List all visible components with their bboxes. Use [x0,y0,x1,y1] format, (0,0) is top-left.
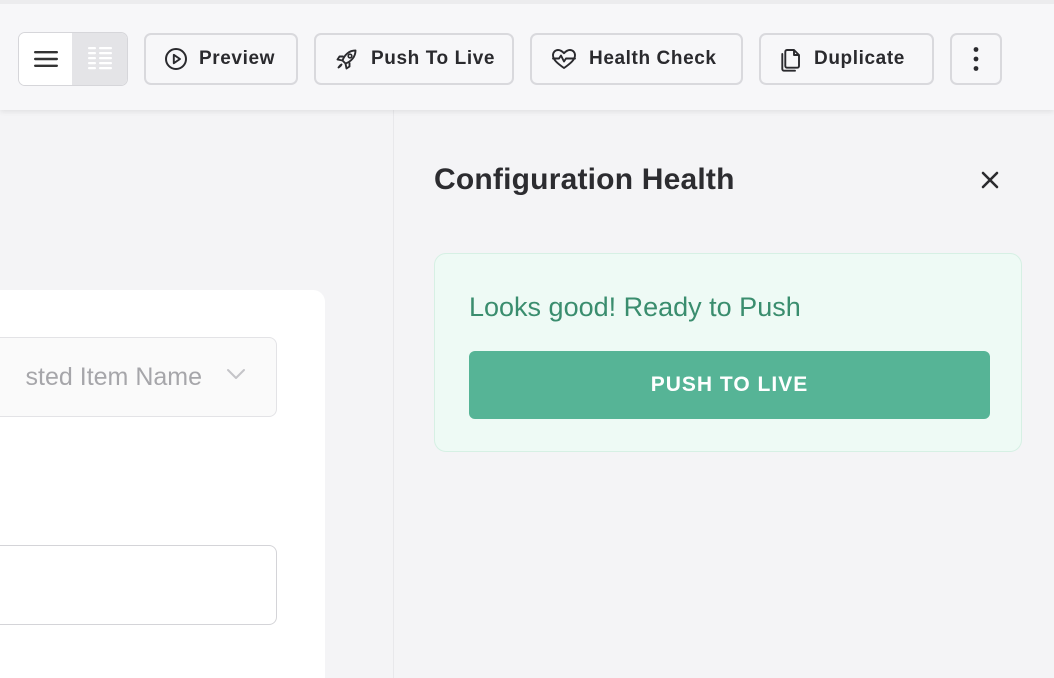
toolbar: Preview Push To Live Health Check Duplic… [0,0,1054,110]
play-circle-icon [165,48,187,70]
push-to-live-primary-button[interactable]: PUSH TO LIVE [469,351,990,419]
panel-title: Configuration Health [434,163,735,196]
configuration-health-panel: Configuration Health Looks good! Ready t… [393,110,1054,678]
list-icon [33,51,58,67]
duplicate-button[interactable]: Duplicate [759,33,934,85]
compact-view-button[interactable] [72,33,127,85]
rocket-icon [336,49,357,70]
health-check-label: Health Check [589,48,717,69]
suggested-item-name-select[interactable]: sted Item Name [0,337,277,417]
health-status-card: Looks good! Ready to Push PUSH TO LIVE [434,253,1022,452]
compact-list-icon [87,47,112,70]
text-input-field[interactable] [0,545,277,625]
page: Preview Push To Live Health Check Duplic… [0,0,1054,678]
chevron-down-icon [227,369,245,379]
more-options-button[interactable] [950,33,1002,85]
push-to-live-label: Push To Live [371,48,496,69]
duplicate-label: Duplicate [814,48,905,69]
push-to-live-button[interactable]: Push To Live [314,33,514,85]
health-check-button[interactable]: Health Check [530,33,743,85]
list-view-button[interactable] [19,33,73,85]
copy-icon [781,49,800,72]
close-icon[interactable] [979,169,1001,191]
preview-label: Preview [199,48,276,69]
health-status-message: Looks good! Ready to Push [469,292,801,322]
select-placeholder: sted Item Name [25,362,202,391]
preview-button[interactable]: Preview [144,33,298,85]
heart-pulse-icon [552,49,576,69]
view-toggle [18,32,128,86]
more-vertical-icon [973,47,979,71]
main-content: sted Item Name [0,110,394,678]
